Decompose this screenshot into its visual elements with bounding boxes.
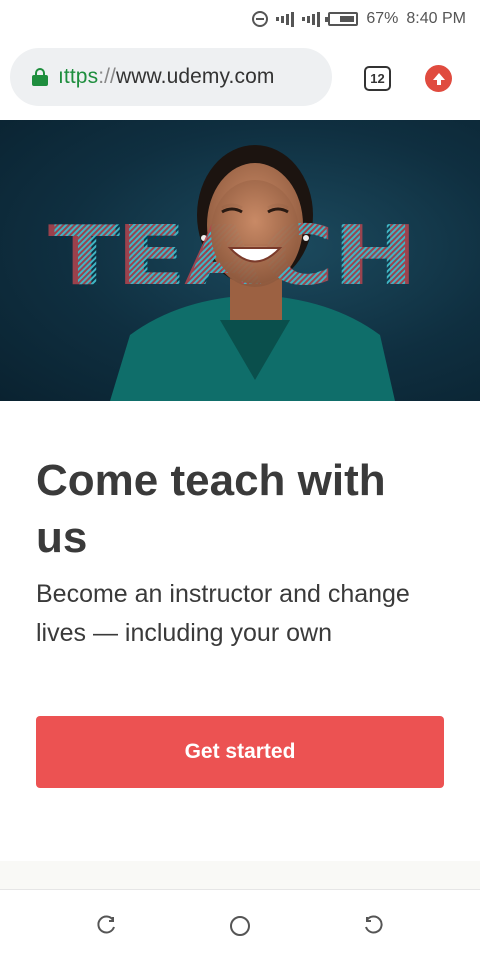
- hero-image: TEACH TEACH: [0, 120, 480, 401]
- update-icon[interactable]: [425, 65, 452, 92]
- page-subtitle: Become an instructor and change lives — …: [36, 580, 410, 647]
- battery-percent: 67%: [366, 10, 399, 27]
- status-bar: 67% 8:40 PM: [0, 0, 480, 38]
- page-footer-edge: [0, 861, 480, 889]
- clock: 8:40 PM: [406, 10, 466, 27]
- browser-toolbar: ıttps://www.udemy.com 12: [0, 46, 480, 110]
- url-separator: ://: [98, 65, 116, 88]
- tab-count: 12: [370, 71, 385, 86]
- signal-icon: [276, 11, 295, 27]
- tabs-icon[interactable]: 12: [364, 66, 391, 91]
- do-not-disturb-icon: [252, 11, 269, 27]
- url-scheme: ıttps: [58, 65, 99, 88]
- back-icon[interactable]: [95, 914, 119, 938]
- get-started-button[interactable]: Get started: [36, 716, 444, 788]
- url-host: www.udemy.com: [116, 65, 275, 88]
- url-text[interactable]: ıttps://www.udemy.com: [58, 65, 274, 89]
- lock-icon[interactable]: [32, 68, 48, 86]
- address-bar[interactable]: ıttps://www.udemy.com: [10, 48, 332, 106]
- system-nav-bar: [0, 889, 480, 960]
- signal-icon: [302, 11, 321, 27]
- battery-icon: [325, 12, 359, 26]
- recents-icon[interactable]: [361, 914, 385, 938]
- page-title: Come teach with us: [36, 456, 386, 562]
- home-icon[interactable]: [228, 914, 252, 938]
